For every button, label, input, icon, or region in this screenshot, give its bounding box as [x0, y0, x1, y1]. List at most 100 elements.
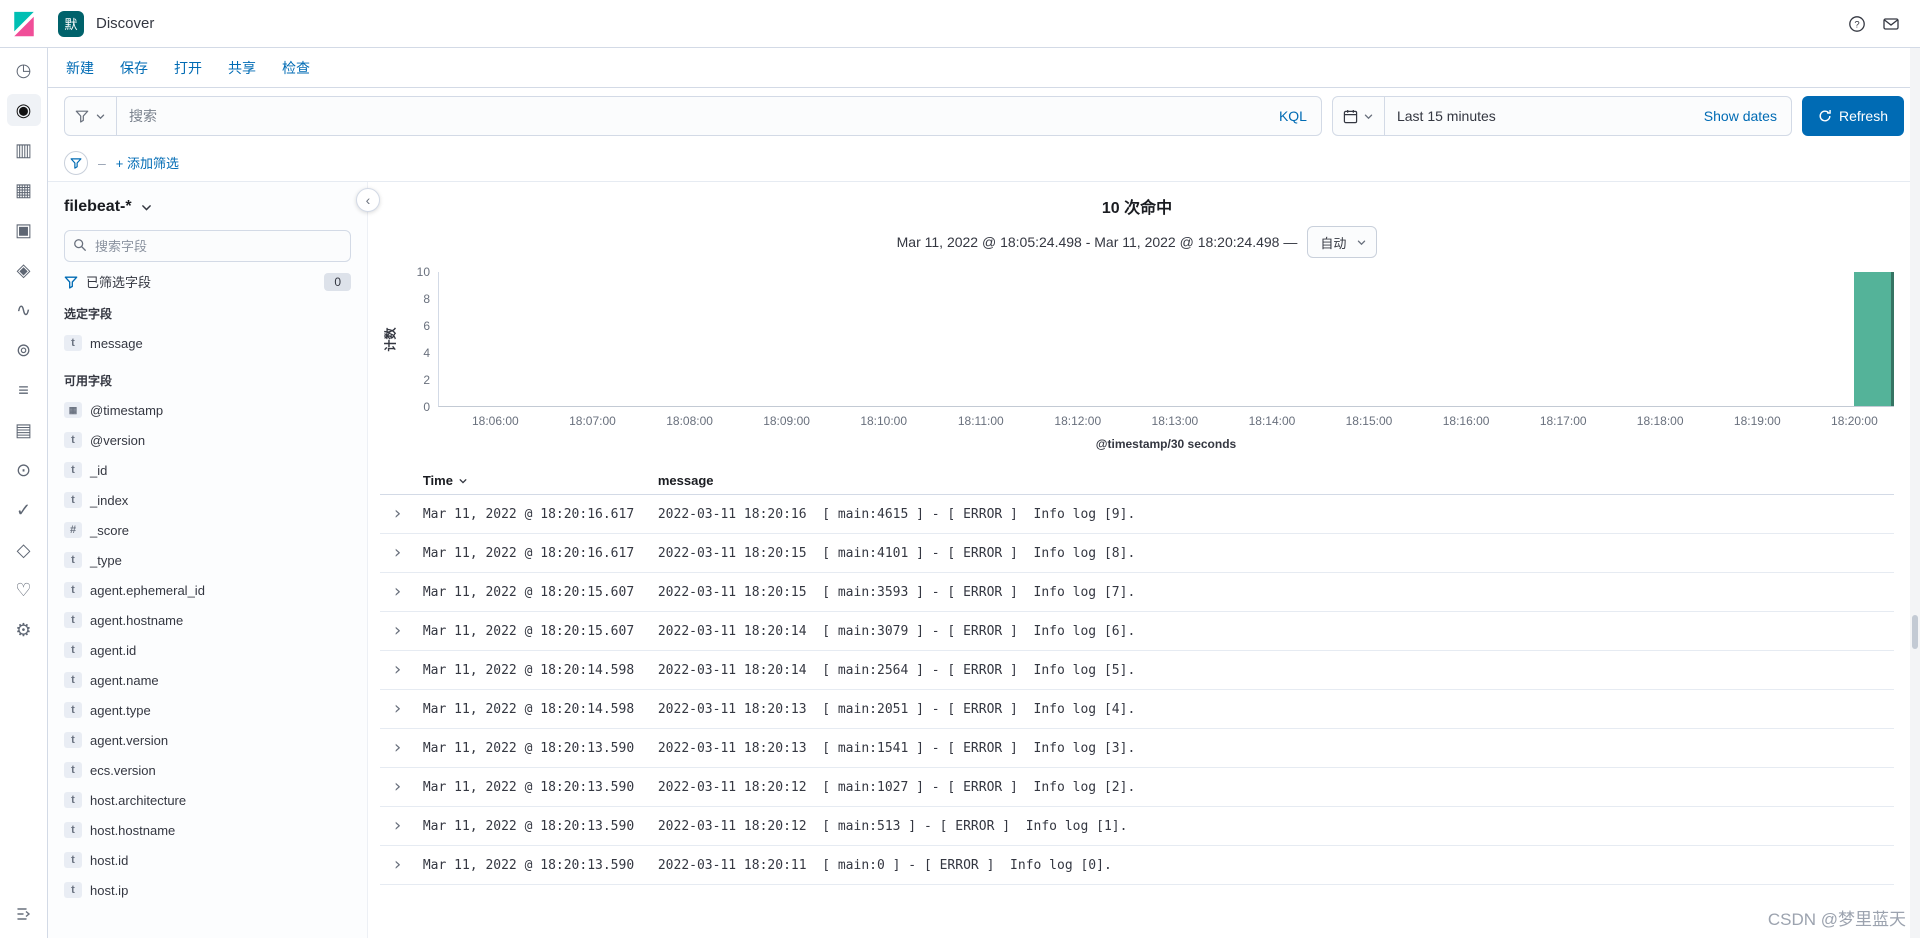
nav-uptime[interactable]: ✓: [7, 494, 41, 526]
space-badge[interactable]: 默: [58, 10, 84, 37]
kibana-logo[interactable]: [0, 0, 48, 48]
field-name: _id: [90, 462, 108, 478]
expand-row-button[interactable]: ›: [388, 700, 407, 718]
field-_type[interactable]: t _type: [64, 545, 351, 575]
logs-icon: ▤: [14, 420, 32, 440]
field-_score[interactable]: # _score: [64, 515, 351, 545]
nav-machine-learning[interactable]: ∿: [7, 294, 41, 326]
uptime-icon: ✓: [15, 500, 32, 520]
doc-message: 2022-03-11 18:20:14 [ main:3079 ] - [ ER…: [649, 611, 1894, 651]
search-container: KQL: [64, 96, 1322, 136]
expand-row-button[interactable]: ›: [388, 505, 407, 523]
hits-line: 10 次命中: [380, 194, 1894, 218]
y-axis-title: 计数: [383, 327, 398, 352]
expand-row-button[interactable]: ›: [388, 739, 407, 757]
saved-query-button[interactable]: [65, 97, 117, 135]
field-type-string-icon: t: [64, 822, 82, 838]
message-column-header: message: [649, 467, 1894, 495]
help-button[interactable]: ?: [1840, 7, 1874, 41]
refresh-button[interactable]: Refresh: [1801, 96, 1904, 136]
histogram-bar[interactable]: [1854, 272, 1894, 406]
time-range-button[interactable]: Last 15 minutes: [1385, 108, 1690, 124]
nav-graph[interactable]: ⊚: [7, 334, 41, 366]
nav-metrics[interactable]: ≡: [7, 374, 41, 406]
field-agent.type[interactable]: t agent.type: [64, 695, 351, 725]
search-input[interactable]: [117, 97, 1265, 135]
field-host.id[interactable]: t host.id: [64, 845, 351, 875]
nav-discover[interactable]: ◉: [6, 94, 41, 126]
menu-item-share[interactable]: 共享: [228, 58, 256, 78]
nav-management[interactable]: ⚙: [7, 614, 41, 646]
field-host.hostname[interactable]: t host.hostname: [64, 815, 351, 845]
field-host.ip[interactable]: t host.ip: [64, 875, 351, 905]
expand-row-button[interactable]: ›: [388, 817, 407, 835]
expand-row-button[interactable]: ›: [388, 622, 407, 640]
recently-viewed-icon: ◷: [15, 60, 32, 80]
kql-toggle[interactable]: KQL: [1265, 108, 1321, 124]
scrollbar-thumb[interactable]: [1912, 615, 1918, 649]
x-tick-label: 18:18:00: [1636, 414, 1684, 428]
field-host.architecture[interactable]: t host.architecture: [64, 785, 351, 815]
field-agent.name[interactable]: t agent.name: [64, 665, 351, 695]
field-agent.hostname[interactable]: t agent.hostname: [64, 605, 351, 635]
collapse-sidebar-button[interactable]: ‹: [356, 188, 380, 212]
table-row: › Mar 11, 2022 @ 18:20:13.590 2022-03-11 1…: [380, 845, 1894, 885]
field-_index[interactable]: t _index: [64, 485, 351, 515]
nav-visualize[interactable]: ▥: [7, 134, 41, 166]
expand-row-button[interactable]: ›: [388, 856, 407, 874]
field-message[interactable]: t message: [64, 328, 351, 358]
doc-time: Mar 11, 2022 @ 18:20:14.598: [414, 689, 650, 729]
menu-item-new[interactable]: 新建: [66, 58, 94, 78]
nav-apm[interactable]: ⊙: [7, 454, 41, 486]
nav-siem[interactable]: ◇: [7, 534, 41, 566]
nav-logs[interactable]: ▤: [7, 414, 41, 446]
field-agent.ephemeral_id[interactable]: t agent.ephemeral_id: [64, 575, 351, 605]
expand-row-button[interactable]: ›: [388, 778, 407, 796]
menu-item-inspect[interactable]: 检查: [282, 58, 310, 78]
nav-maps[interactable]: ◈: [7, 254, 41, 286]
filtered-fields-count: 0: [324, 272, 351, 291]
field-_id[interactable]: t _id: [64, 455, 351, 485]
field-name: agent.name: [90, 672, 159, 688]
field-name: agent.version: [90, 732, 169, 748]
field-@version[interactable]: t @version: [64, 425, 351, 455]
doc-message: 2022-03-11 18:20:14 [ main:2564 ] - [ ER…: [649, 650, 1894, 690]
nav-dashboard[interactable]: ▦: [7, 174, 41, 206]
doc-time: Mar 11, 2022 @ 18:20:14.598: [414, 650, 650, 690]
menu-item-open[interactable]: 打开: [174, 58, 202, 78]
filtered-fields-label: 已筛选字段: [86, 275, 152, 290]
x-tick-label: 18:10:00: [860, 414, 908, 428]
time-column-header[interactable]: Time: [414, 467, 650, 495]
interval-select[interactable]: 自动: [1307, 226, 1378, 258]
table-row: › Mar 11, 2022 @ 18:20:13.590 2022-03-11 1…: [380, 806, 1894, 846]
calendar-button[interactable]: [1333, 97, 1385, 135]
field-name: host.hostname: [90, 822, 176, 838]
field-ecs.version[interactable]: t ecs.version: [64, 755, 351, 785]
selected-fields-heading: 选定字段: [64, 307, 113, 321]
add-filter-link[interactable]: + 添加筛选: [116, 153, 179, 172]
filtered-fields-toggle[interactable]: 已筛选字段 0: [64, 272, 351, 291]
expand-row-button[interactable]: ›: [388, 661, 407, 679]
collapse-nav-button[interactable]: [7, 898, 41, 930]
nav-recently-viewed[interactable]: ◷: [7, 54, 41, 86]
show-dates-button[interactable]: Show dates: [1690, 108, 1791, 124]
index-pattern-selector[interactable]: filebeat-*: [64, 192, 351, 222]
field-search-input[interactable]: [64, 230, 351, 262]
expand-row-button[interactable]: ›: [388, 544, 407, 562]
doc-message: 2022-03-11 18:20:12 [ main:1027 ] - [ ER…: [649, 767, 1894, 807]
field-agent.version[interactable]: t agent.version: [64, 725, 351, 755]
nav-stack-monitoring[interactable]: ♡: [7, 574, 41, 606]
nav-canvas[interactable]: ▣: [7, 214, 41, 246]
y-tick-label: 2: [423, 373, 430, 387]
expand-row-button[interactable]: ›: [388, 583, 407, 601]
newsfeed-button[interactable]: [1874, 7, 1908, 41]
sort-desc-icon: [459, 478, 467, 483]
field-name: agent.type: [90, 702, 151, 718]
field-@timestamp[interactable]: ▦ @timestamp: [64, 395, 351, 425]
histogram-chart: 计数 10 8 6 4 2 0 18:06:00 18:07:00 18:08:00 18:09…: [380, 265, 1894, 453]
filter-options-button[interactable]: [64, 150, 88, 175]
x-tick-label: 18:06:00: [472, 414, 519, 428]
x-tick-label: 18:08:00: [666, 414, 713, 428]
field-agent.id[interactable]: t agent.id: [64, 635, 351, 665]
menu-item-save[interactable]: 保存: [120, 58, 148, 78]
